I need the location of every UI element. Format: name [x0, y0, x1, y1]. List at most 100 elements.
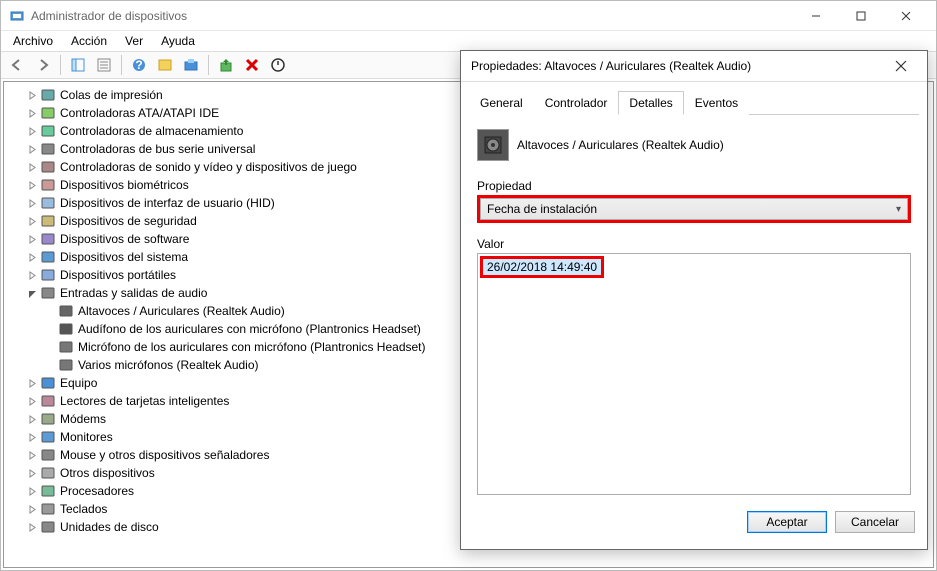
expand-icon[interactable] [26, 251, 38, 263]
speaker-icon [477, 129, 509, 161]
expand-icon[interactable] [26, 431, 38, 443]
cpu-icon [40, 483, 56, 499]
action-button[interactable] [153, 53, 177, 77]
update-driver-button[interactable] [214, 53, 238, 77]
expander-none [44, 359, 56, 371]
maximize-button[interactable] [838, 1, 883, 30]
collapse-icon[interactable] [26, 287, 38, 299]
disable-button[interactable] [266, 53, 290, 77]
cancel-button[interactable]: Cancelar [835, 511, 915, 533]
expand-icon[interactable] [26, 503, 38, 515]
tab-general[interactable]: General [469, 91, 534, 115]
menubar: Archivo Acción Ver Ayuda [1, 31, 936, 51]
bio-icon [40, 177, 56, 193]
ok-button[interactable]: Aceptar [747, 511, 827, 533]
keyboard-icon [40, 501, 56, 517]
monitor-icon [40, 429, 56, 445]
property-dropdown[interactable]: Fecha de instalación ▾ [480, 198, 908, 220]
expand-icon[interactable] [26, 467, 38, 479]
expand-icon[interactable] [26, 413, 38, 425]
sound-icon [40, 159, 56, 175]
tree-item-label: Teclados [60, 502, 107, 516]
tree-item-label: Audífono de los auriculares con micrófon… [78, 322, 421, 336]
speaker-icon [58, 303, 74, 319]
tree-item-label: Controladoras de bus serie universal [60, 142, 255, 156]
expander-none [44, 305, 56, 317]
expand-icon[interactable] [26, 485, 38, 497]
value-listbox[interactable]: 26/02/2018 14:49:40 [477, 253, 911, 495]
tree-item-label: Monitores [60, 430, 113, 444]
expand-icon[interactable] [26, 107, 38, 119]
menu-view[interactable]: Ver [117, 32, 151, 50]
show-hide-tree-button[interactable] [66, 53, 90, 77]
help-button[interactable]: ? [127, 53, 151, 77]
properties-button[interactable] [92, 53, 116, 77]
expand-icon[interactable] [26, 395, 38, 407]
expander-none [44, 341, 56, 353]
tree-item-label: Controladoras de almacenamiento [60, 124, 243, 138]
expand-icon[interactable] [26, 89, 38, 101]
expand-icon[interactable] [26, 521, 38, 533]
expander-none [44, 323, 56, 335]
hid-icon [40, 195, 56, 211]
tree-item-label: Dispositivos de seguridad [60, 214, 197, 228]
back-button[interactable] [5, 53, 29, 77]
dialog-tabs: General Controlador Detalles Eventos [469, 90, 919, 115]
tree-item-label: Dispositivos portátiles [60, 268, 176, 282]
dialog-titlebar: Propiedades: Altavoces / Auriculares (Re… [461, 51, 927, 81]
property-dropdown-value: Fecha de instalación [487, 202, 597, 216]
other-icon [40, 465, 56, 481]
highlight-property: Fecha de instalación ▾ [477, 195, 911, 223]
tab-driver[interactable]: Controlador [534, 91, 619, 115]
tree-item-label: Procesadores [60, 484, 134, 498]
forward-button[interactable] [31, 53, 55, 77]
expand-icon[interactable] [26, 449, 38, 461]
tree-item-label: Controladoras ATA/ATAPI IDE [60, 106, 219, 120]
expand-icon[interactable] [26, 233, 38, 245]
mic-icon [58, 339, 74, 355]
expand-icon[interactable] [26, 377, 38, 389]
tree-item-label: Dispositivos del sistema [60, 250, 188, 264]
tree-item-label: Dispositivos biométricos [60, 178, 189, 192]
expand-icon[interactable] [26, 143, 38, 155]
menu-action[interactable]: Acción [63, 32, 115, 50]
tree-item-label: Controladoras de sonido y vídeo y dispos… [60, 160, 357, 174]
audio-icon [40, 285, 56, 301]
menu-file[interactable]: Archivo [5, 32, 61, 50]
close-button[interactable] [883, 1, 928, 30]
tree-item-label: Varios micrófonos (Realtek Audio) [78, 358, 259, 372]
chevron-down-icon: ▾ [896, 204, 901, 215]
tree-item-label: Unidades de disco [60, 520, 159, 534]
tab-events[interactable]: Eventos [684, 91, 749, 115]
tab-content-details: Altavoces / Auriculares (Realtek Audio) … [469, 115, 919, 503]
value-item-selected[interactable]: 26/02/2018 14:49:40 [483, 259, 601, 275]
expand-icon[interactable] [26, 215, 38, 227]
tree-item-label: Micrófono de los auriculares con micrófo… [78, 340, 426, 354]
mouse-icon [40, 447, 56, 463]
app-icon [9, 8, 25, 24]
storage-icon [40, 123, 56, 139]
uninstall-button[interactable] [240, 53, 264, 77]
dialog-close-button[interactable] [885, 52, 917, 80]
expand-icon[interactable] [26, 269, 38, 281]
mic-icon [58, 357, 74, 373]
expand-icon[interactable] [26, 161, 38, 173]
value-label: Valor [477, 237, 911, 251]
computer-icon [40, 375, 56, 391]
expand-icon[interactable] [26, 125, 38, 137]
expand-icon[interactable] [26, 179, 38, 191]
headset-icon [58, 321, 74, 337]
tree-item-label: Mouse y otros dispositivos señaladores [60, 448, 269, 462]
scan-hardware-button[interactable] [179, 53, 203, 77]
menu-help[interactable]: Ayuda [153, 32, 203, 50]
tab-details[interactable]: Detalles [618, 91, 683, 115]
expand-icon[interactable] [26, 197, 38, 209]
tree-item-label: Colas de impresión [60, 88, 163, 102]
software-icon [40, 231, 56, 247]
portable-icon [40, 267, 56, 283]
property-label: Propiedad [477, 179, 911, 193]
highlight-value: 26/02/2018 14:49:40 [480, 256, 604, 278]
tree-item-label: Módems [60, 412, 106, 426]
minimize-button[interactable] [793, 1, 838, 30]
disk-icon [40, 519, 56, 535]
